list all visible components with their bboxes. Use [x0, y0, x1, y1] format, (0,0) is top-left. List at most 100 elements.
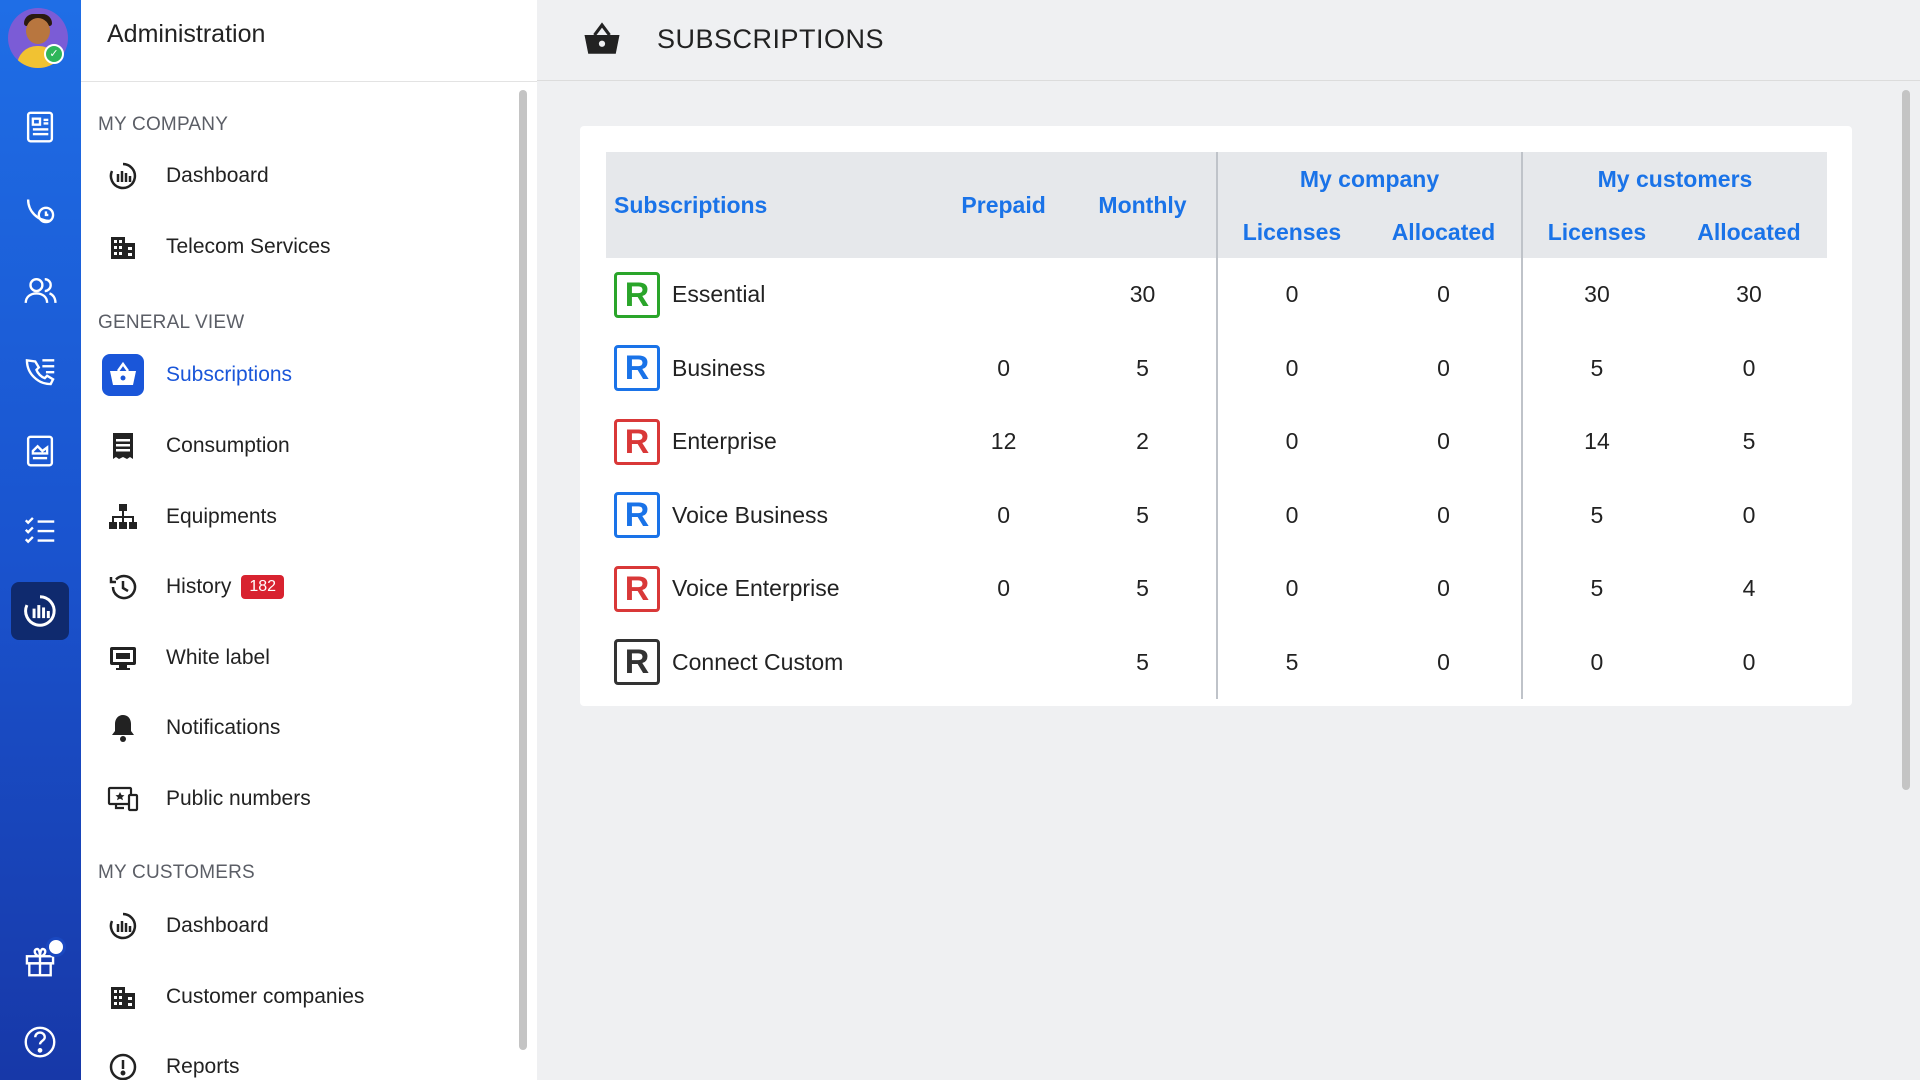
table-row[interactable]: R Connect Custom 5 5 0 0 0 [606, 625, 1827, 700]
subscription-name: Enterprise [672, 428, 777, 455]
sidebar-item-customer-companies[interactable]: Customer companies [102, 969, 502, 1025]
sidebar-item-label: Consumption [166, 434, 290, 457]
subscriptions-card: Subscriptions Prepaid Monthly My company… [580, 126, 1852, 706]
table-row[interactable]: R Essential 30 0 0 30 30 [606, 258, 1827, 332]
header-company-licenses[interactable]: Licenses [1215, 206, 1366, 258]
subscription-name-cell: R Enterprise [606, 405, 938, 479]
header-prepaid[interactable]: Prepaid [938, 152, 1070, 258]
cell-cu-licenses: 14 [1520, 405, 1671, 479]
rainbow-logo-icon: R [614, 271, 660, 318]
sidebar-scrollbar[interactable] [519, 90, 527, 1050]
sidebar-item-consumption[interactable]: Consumption [102, 418, 502, 474]
cell-monthly: 30 [1129, 281, 1156, 308]
cell-monthly: 5 [1136, 354, 1149, 381]
sidebar-item-notifications[interactable]: Notifications [102, 700, 502, 756]
cell-cu-licenses: 5 [1520, 552, 1671, 626]
sidebar-item-label: White label [166, 646, 270, 669]
basket-icon [102, 354, 144, 396]
bell-icon [102, 707, 144, 749]
main-scrollbar[interactable] [1902, 90, 1910, 790]
subscription-name-cell: R Voice Enterprise [606, 552, 938, 626]
phone-list-icon [25, 358, 55, 386]
sidebar-title: Administration [107, 20, 266, 48]
subscription-name: Voice Business [672, 501, 828, 528]
subscription-name-cell: R Essential [606, 258, 938, 332]
table-row[interactable]: R Voice Enterprise 0 5 0 0 5 4 [606, 552, 1827, 626]
sidebar-item-customer-dashboard[interactable]: Dashboard [102, 898, 502, 954]
cell-mc-allocated: 0 [1437, 501, 1450, 528]
avatar-face [26, 18, 50, 44]
rainbow-logo-icon: R [614, 565, 660, 612]
dashboard-gauge-icon [102, 155, 144, 197]
subscriptions-table: Subscriptions Prepaid Monthly My company… [606, 152, 1827, 699]
rail-help-button[interactable] [11, 1013, 69, 1071]
subscription-name-cell: R Connect Custom [606, 626, 938, 700]
network-icon [102, 496, 144, 538]
rainbow-logo-icon: R [614, 639, 660, 686]
building-icon [102, 976, 144, 1018]
sidebar-item-subscriptions[interactable]: Subscriptions [102, 347, 502, 403]
subscription-name-cell: R Voice Business [606, 479, 938, 553]
subscription-name-cell: R Business [606, 332, 938, 406]
cell-mc-allocated: 0 [1437, 648, 1450, 675]
phone-clock-icon [26, 199, 55, 224]
cell-mc-allocated: 0 [1437, 575, 1450, 602]
sidebar-item-label: Public numbers [166, 787, 311, 810]
rainbow-logo-icon: R [614, 418, 660, 465]
subscription-name: Business [672, 354, 766, 381]
header-customer-allocated[interactable]: Allocated [1670, 206, 1827, 258]
cell-prepaid: 0 [997, 575, 1010, 602]
cell-prepaid: 12 [990, 428, 1017, 455]
cell-monthly: 2 [1136, 428, 1149, 455]
rail-tasks-button[interactable] [11, 502, 69, 560]
logo-letter: R [624, 275, 650, 314]
rail-calls-button[interactable] [11, 180, 69, 238]
sidebar-item-equipments[interactable]: Equipments [102, 489, 502, 545]
alert-circle-icon [102, 1046, 144, 1080]
sidebar-item-dashboard[interactable]: Dashboard [102, 148, 502, 204]
app-rail: ✓ [0, 0, 81, 1080]
header-company-allocated[interactable]: Allocated [1365, 206, 1522, 258]
dashboard-gauge-icon [102, 905, 144, 947]
section-general-view: GENERAL VIEW [98, 312, 245, 333]
rail-contacts-button[interactable] [11, 262, 69, 320]
cell-cu-allocated: 0 [1742, 501, 1756, 528]
header-monthly[interactable]: Monthly [1069, 152, 1217, 258]
public-numbers-icon [102, 778, 144, 820]
monitor-icon [102, 637, 144, 679]
subscription-name: Essential [672, 281, 766, 308]
rail-admin-button[interactable] [11, 582, 69, 640]
sidebar-item-label: Subscriptions [166, 363, 293, 386]
cell-mc-licenses: 0 [1215, 552, 1366, 626]
rail-call-log-button[interactable] [11, 342, 69, 400]
table-row[interactable]: R Voice Business 0 5 0 0 5 0 [606, 478, 1827, 553]
table-row[interactable]: R Enterprise 12 2 0 0 14 5 [606, 405, 1827, 479]
sidebar-item-label: Customer companies [166, 985, 365, 1008]
history-icon [102, 566, 144, 608]
sidebar-item-label: Dashboard [166, 164, 269, 187]
header-customer-licenses[interactable]: Licenses [1520, 206, 1671, 258]
rail-news-button[interactable] [11, 98, 69, 156]
subscription-name: Voice Enterprise [672, 575, 840, 602]
sidebar-item-white-label[interactable]: White label [102, 630, 502, 686]
rail-documents-button[interactable] [11, 422, 69, 480]
checklist-icon [24, 517, 55, 544]
table-row[interactable]: R Business 0 5 0 0 5 0 [606, 331, 1827, 406]
sidebar-item-history[interactable]: History 182 [102, 559, 502, 615]
header-my-customers: My customers [1520, 152, 1827, 206]
cell-cu-licenses: 5 [1520, 478, 1671, 552]
divider [81, 81, 537, 82]
cell-cu-allocated: 5 [1742, 428, 1756, 455]
cell-mc-licenses: 0 [1215, 258, 1366, 332]
receipt-icon [102, 425, 144, 467]
cell-mc-allocated: 0 [1437, 354, 1450, 381]
sidebar-item-public-numbers[interactable]: Public numbers [102, 771, 502, 827]
sidebar-item-telecom-services[interactable]: Telecom Services [102, 219, 502, 275]
sidebar-item-reports[interactable]: Reports [102, 1039, 502, 1080]
logo-letter: R [624, 496, 650, 535]
cell-cu-licenses: 0 [1520, 625, 1671, 699]
cell-cu-allocated: 4 [1742, 575, 1756, 602]
header-subscriptions[interactable]: Subscriptions [606, 152, 939, 258]
cell-mc-allocated: 0 [1437, 428, 1450, 455]
dashboard-gauge-icon [24, 595, 56, 627]
